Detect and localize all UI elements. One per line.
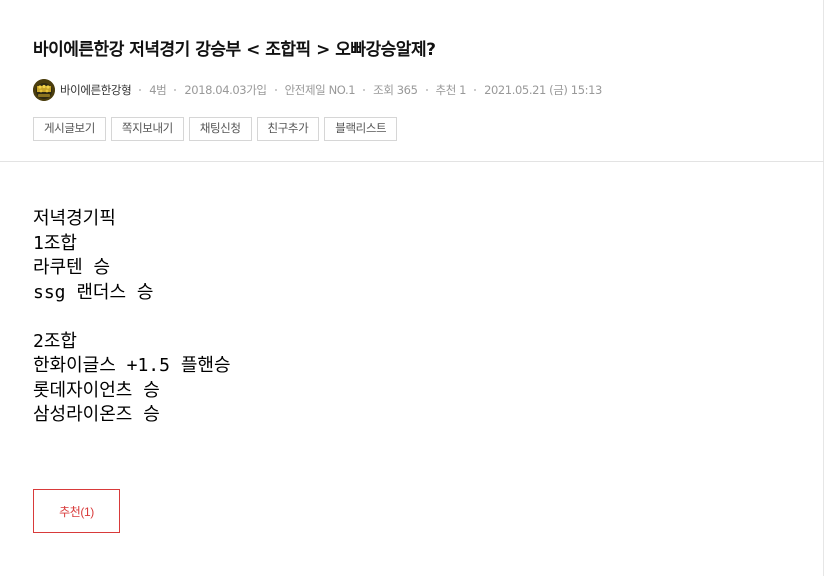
post-header: 바이에른한강 저녁경기 강승부 < 조합픽 > 오빠강승알제? 바이에른한강형 …: [0, 0, 824, 162]
content-line: 라쿠텐 승: [33, 257, 111, 278]
post-view: 바이에른한강 저녁경기 강승부 < 조합픽 > 오빠강승알제? 바이에른한강형 …: [0, 0, 824, 576]
content-line: [33, 305, 231, 330]
author-level: 4범: [149, 83, 167, 97]
content-line: 1조합: [33, 232, 77, 254]
blacklist-button[interactable]: 블랙리스트: [324, 117, 398, 141]
meta-separator: [274, 89, 277, 91]
recommend-button[interactable]: 추천(1): [33, 489, 120, 533]
post-content: 저녁경기픽 1조합 라쿠텐 승 ssg 랜더스 승 2조합 한화이글스 +1.5…: [33, 207, 231, 428]
meta-separator: [425, 89, 428, 91]
send-message-button[interactable]: 쪽지보내기: [110, 117, 184, 141]
post-title: 바이에른한강 저녁경기 강승부 < 조합픽 > 오빠강승알제?: [33, 40, 436, 60]
meta-separator: [363, 89, 366, 91]
safety-badge: 안전제일 NO.1: [284, 83, 356, 97]
meta-separator: [474, 89, 477, 91]
join-date: 2018.04.03가입: [184, 83, 267, 97]
content-line: 롯데자이언츠 승: [33, 379, 160, 401]
content-line: 저녁경기픽: [33, 208, 116, 229]
post-datetime: 2021.05.21 (금) 15:13: [484, 83, 602, 97]
meta-separator: [174, 89, 177, 91]
author-action-buttons: 게시글보기 쪽지보내기 채팅신청 친구추가 블랙리스트: [33, 117, 398, 141]
content-line: ssg 랜더스 승: [33, 281, 154, 303]
view-posts-button[interactable]: 게시글보기: [33, 117, 106, 141]
avatar-icon[interactable]: [33, 79, 55, 101]
avatar-graphic: [33, 79, 55, 101]
add-friend-button[interactable]: 친구추가: [256, 117, 320, 141]
meta-separator: [139, 89, 142, 91]
post-meta: 바이에른한강형 4범 2018.04.03가입 안전제일 NO.1 조회 365…: [33, 77, 602, 103]
content-line: 삼성라이온즈 승: [33, 404, 160, 425]
recommend-count: 추천 1: [435, 83, 467, 97]
chat-request-button[interactable]: 채팅신청: [188, 117, 252, 141]
content-line: 한화이글스 +1.5 플핸승: [33, 355, 231, 376]
content-line: 2조합: [33, 330, 77, 352]
view-count: 조회 365: [373, 83, 418, 97]
author-name[interactable]: 바이에른한강형: [60, 82, 132, 98]
